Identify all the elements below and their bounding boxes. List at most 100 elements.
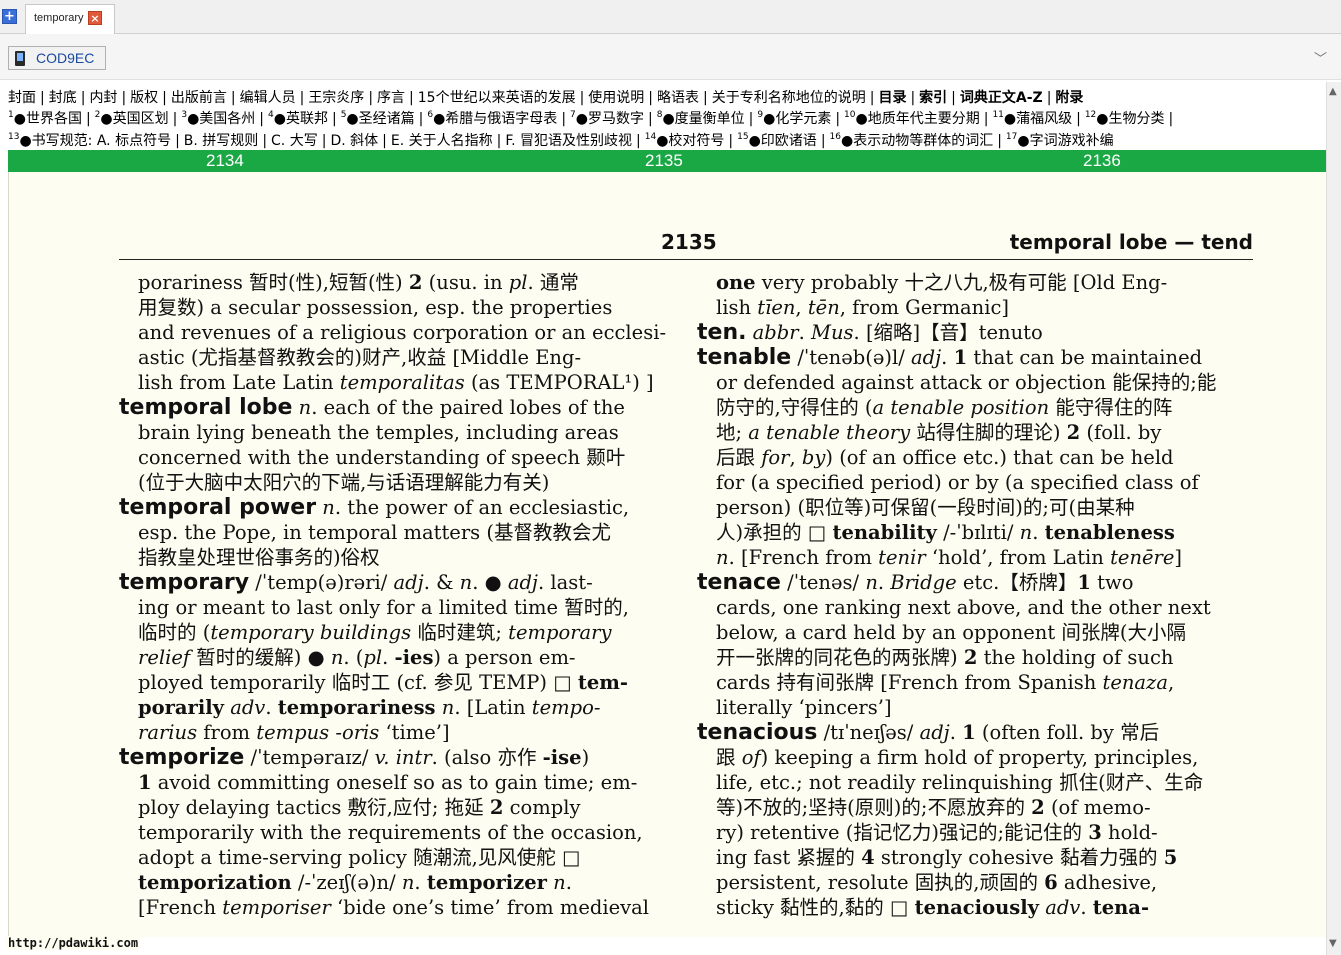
nav-link[interactable]: 13●书写规范: A. 标点符号 — [8, 132, 171, 149]
nav-link[interactable]: 使用说明 — [588, 90, 644, 106]
nav-link[interactable]: 11●蒲福风级 — [992, 110, 1072, 127]
entry-line: temporarily with the requirements of the… — [119, 820, 669, 845]
nav-link[interactable]: 序言 — [377, 90, 405, 106]
nav-link[interactable]: 16●表示动物等群体的词汇 — [829, 132, 994, 149]
nav-link[interactable]: 5●圣经诸篇 — [341, 110, 415, 127]
nav-link[interactable]: 10●地质年代主要分期 — [844, 110, 980, 127]
entry-text: etc.【桥牌】 — [956, 571, 1078, 594]
nav-separator: | — [259, 111, 265, 127]
tab-label: temporary — [34, 12, 84, 24]
entry-text: tena- — [1092, 896, 1150, 919]
nav-link[interactable]: E. 关于人名指称 — [391, 133, 493, 149]
nav-separator: | — [561, 111, 567, 127]
nav-link[interactable]: 出版前言 — [171, 90, 227, 106]
nav-separator: | — [368, 90, 374, 106]
entry-line: relief 暂时的缓解) ● n. (pl. -ies) a person e… — [119, 645, 669, 670]
entry-text: temporarily with the requirements of the… — [138, 821, 643, 844]
nav-link-label: 使用说明 — [588, 90, 645, 106]
nav-link[interactable]: 编辑人员 — [240, 90, 296, 106]
prev-page-link[interactable]: 2134 — [206, 151, 244, 171]
nav-link-number: 15 — [737, 132, 749, 142]
nav-link[interactable]: 目录 — [878, 90, 906, 106]
entry-text: for — [761, 446, 790, 469]
entry-text: 2 — [1066, 421, 1081, 444]
scroll-up-icon[interactable]: ▲ — [1329, 86, 1337, 97]
nav-link[interactable]: 4●英联邦 — [268, 110, 328, 127]
nav-link[interactable]: 版权 — [130, 90, 158, 106]
nav-link[interactable]: 王宗炎序 — [308, 90, 364, 106]
nav-link-label: 内封 — [89, 90, 118, 106]
nav-link[interactable]: 8●度量衡单位 — [657, 110, 745, 127]
chevron-down-icon[interactable]: ﹀ — [1314, 48, 1327, 67]
dictionary-selector[interactable]: COD9EC — [8, 46, 106, 70]
nav-separator: | — [299, 90, 305, 106]
entry-text: tenēre — [1110, 546, 1175, 569]
entry-text: rarius — [138, 721, 198, 744]
vertical-scrollbar[interactable]: ▲ ▼ — [1326, 82, 1341, 955]
next-page-link[interactable]: 2136 — [1083, 151, 1121, 171]
entry-text: (位于大脑中太阳穴的下端,与话语理解能力有关) — [138, 471, 550, 494]
entry-text: ) a person em- — [433, 646, 576, 669]
entry-text: [French — [138, 896, 223, 919]
nav-separator — [1114, 133, 1122, 149]
entry-text: ing fast 紧握的 — [716, 846, 862, 869]
entry-text: tenir — [878, 546, 926, 569]
entry-text: 1 — [962, 721, 976, 744]
entry-line: and revenues of a religious corporation … — [119, 320, 669, 345]
nav-link[interactable]: 内封 — [89, 90, 117, 106]
entry-text: n — [459, 571, 473, 594]
nav-separator: | — [648, 90, 654, 106]
entry-text: 用复数) a secular possession, esp. the prop… — [138, 296, 613, 319]
close-icon[interactable]: × — [88, 11, 102, 25]
nav-link[interactable]: 14●校对符号 — [645, 132, 725, 149]
nav-link[interactable]: 封面 — [8, 90, 36, 106]
nav-link-label: 版权 — [130, 90, 159, 106]
entry-text: adj — [919, 721, 950, 744]
nav-link[interactable]: 词典正文A-Z — [960, 90, 1043, 106]
nav-link[interactable]: 17●字词游戏补编 — [1006, 132, 1114, 149]
dictionary-page: 2135 temporal lobe — tend porariness 暂时(… — [8, 172, 1326, 937]
nav-link[interactable]: 1●世界各国 — [8, 110, 82, 127]
nav-link[interactable]: 索引 — [919, 90, 947, 106]
entry-text: for (a specified period) or by (a specif… — [716, 471, 1199, 494]
entry-line: [French temporiser ‘bide one’s time’ fro… — [119, 895, 669, 920]
nav-link[interactable]: C. 大写 — [271, 133, 318, 149]
entry-text: . last- — [537, 571, 593, 594]
entry-text: ) keeping a firm hold of property, princ… — [760, 746, 1199, 769]
nav-link[interactable]: 3●美国各州 — [181, 110, 256, 127]
entry-text: adv — [1045, 896, 1081, 919]
nav-link[interactable]: 略语表 — [657, 90, 699, 106]
nav-link[interactable]: 12●生物分类 — [1085, 110, 1165, 127]
nav-link[interactable]: 关于专利名称地位的说明 — [712, 90, 866, 106]
nav-link[interactable]: D. 斜体 — [330, 133, 378, 149]
nav-separator: | — [162, 90, 167, 106]
nav-link[interactable]: 封底 — [49, 90, 77, 106]
nav-link[interactable]: 15●印欧诸语 — [737, 132, 817, 149]
entry-text: n — [441, 696, 455, 719]
nav-link[interactable]: 7●罗马数字 — [570, 110, 644, 127]
nav-link[interactable]: B. 拼写规则 — [184, 133, 259, 149]
nav-link[interactable]: 9●化学元素 — [757, 110, 832, 127]
nav-link-number: 13 — [8, 132, 20, 142]
tab-temporary[interactable]: temporary × — [25, 4, 115, 34]
entry-text: avoid committing oneself so as to gain t… — [151, 771, 638, 794]
nav-link-number: 10 — [844, 110, 856, 120]
nav-link-number: 16 — [829, 132, 841, 142]
nav-link-label: ●化学元素 — [763, 111, 832, 127]
nav-link[interactable]: F. 冒犯语及性别歧视 — [505, 133, 632, 149]
nav-link-label: ●美国各州 — [187, 111, 256, 127]
nav-separator: | — [175, 133, 180, 149]
new-tab-icon[interactable]: + — [2, 9, 17, 24]
entry-text: 2 — [408, 271, 423, 294]
nav-separator: | — [910, 90, 916, 106]
entry-text: pl — [508, 271, 528, 294]
nav-link[interactable]: 2●英国区划 — [95, 110, 169, 127]
nav-link[interactable]: 6●希腊与俄语字母表 — [427, 110, 557, 127]
entry-text: . — [565, 871, 572, 894]
nav-link[interactable]: 15个世纪以来英语的发展 — [418, 90, 576, 106]
scroll-down-icon[interactable]: ▼ — [1329, 938, 1337, 949]
nav-link[interactable]: 附录 — [1055, 90, 1083, 106]
headword: temporize — [119, 745, 245, 770]
entry-text: ‘time’] — [379, 721, 450, 744]
entry-text: lish — [716, 296, 758, 319]
